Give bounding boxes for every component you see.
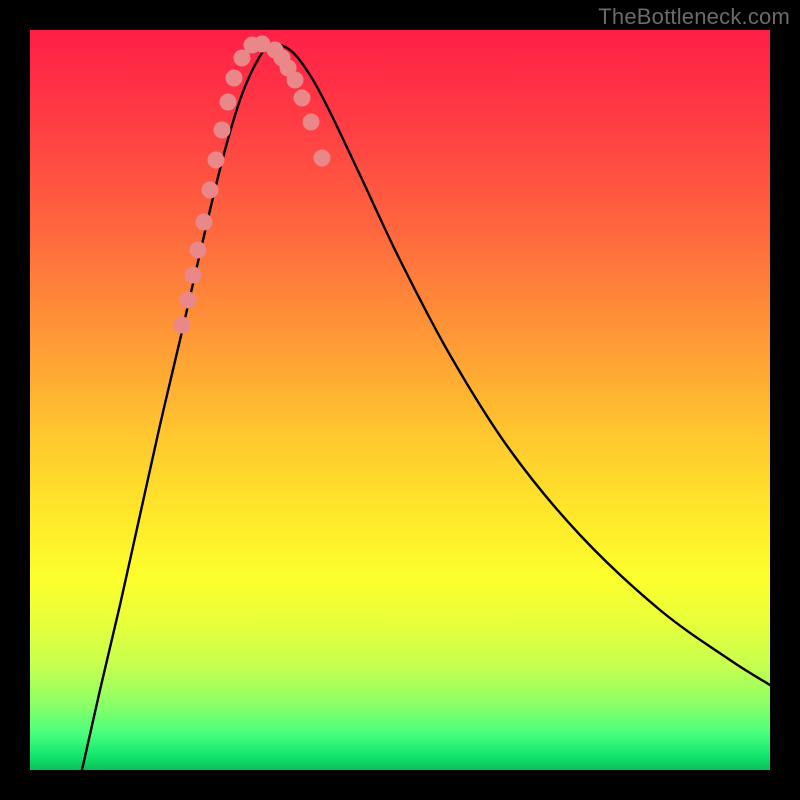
- data-dot: [202, 182, 219, 199]
- pink-data-dots: [174, 36, 331, 334]
- data-dot: [220, 94, 237, 111]
- data-dot: [174, 317, 191, 334]
- data-dot: [214, 122, 231, 139]
- data-dot: [190, 242, 207, 259]
- gradient-plot-area: [30, 30, 770, 770]
- data-dot: [287, 72, 304, 89]
- chart-svg: [30, 30, 770, 770]
- data-dot: [185, 267, 202, 284]
- data-dot: [196, 214, 213, 231]
- chart-outer-frame: TheBottleneck.com: [0, 0, 800, 800]
- data-dot: [226, 70, 243, 87]
- watermark-text: TheBottleneck.com: [598, 4, 790, 30]
- data-dot: [294, 90, 311, 107]
- data-dot: [208, 152, 225, 169]
- data-dot: [303, 114, 320, 131]
- data-dot: [180, 292, 197, 309]
- data-dot: [314, 150, 331, 167]
- bottleneck-curve: [82, 44, 770, 770]
